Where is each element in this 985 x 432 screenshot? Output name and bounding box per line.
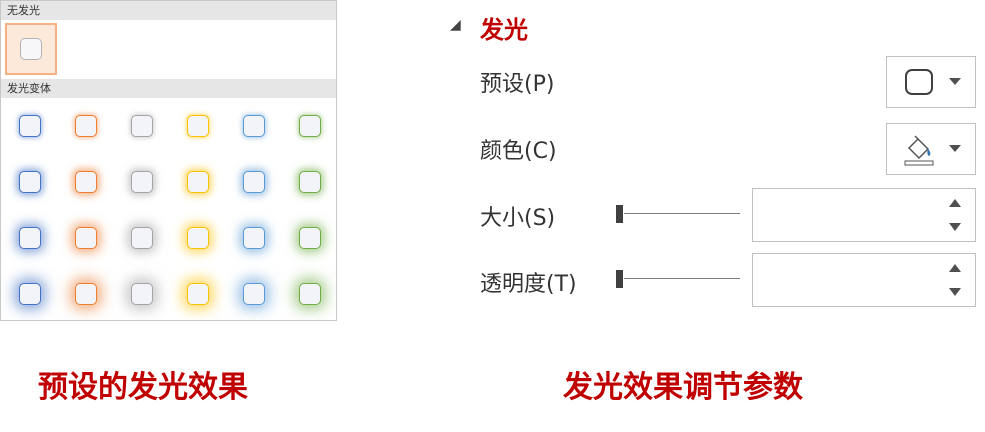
decrement-arrow-icon[interactable] xyxy=(949,223,961,231)
glow-swatch xyxy=(243,115,265,137)
chevron-down-icon xyxy=(949,78,961,85)
glow-swatch xyxy=(19,227,41,249)
glow-variant-option[interactable] xyxy=(69,165,103,199)
glow-variant-option[interactable] xyxy=(13,165,47,199)
glow-variant-option[interactable] xyxy=(293,221,327,255)
glow-variant-option[interactable] xyxy=(181,165,215,199)
glow-swatch xyxy=(75,115,97,137)
glow-swatch xyxy=(243,283,265,305)
size-slider-track[interactable] xyxy=(624,213,740,214)
glow-swatch xyxy=(299,283,321,305)
glow-swatch xyxy=(187,283,209,305)
preset-swatch-icon xyxy=(905,69,933,95)
glow-variant-option[interactable] xyxy=(237,165,271,199)
no-glow-swatch xyxy=(20,38,42,60)
no-glow-header: 无发光 xyxy=(1,1,336,20)
glow-variant-option[interactable] xyxy=(69,109,103,143)
no-glow-option[interactable] xyxy=(5,23,57,75)
glow-variant-option[interactable] xyxy=(13,277,47,311)
right-caption: 发光效果调节参数 xyxy=(563,370,803,405)
glow-variant-option[interactable] xyxy=(293,277,327,311)
glow-swatch xyxy=(187,171,209,193)
glow-swatch xyxy=(299,171,321,193)
increment-arrow-icon[interactable] xyxy=(949,199,961,207)
size-slider[interactable] xyxy=(616,203,742,225)
chevron-down-icon xyxy=(949,145,961,152)
size-slider-thumb[interactable] xyxy=(616,205,623,223)
glow-swatch xyxy=(19,115,41,137)
glow-variant-option[interactable] xyxy=(13,109,47,143)
size-spinbox[interactable] xyxy=(752,188,976,242)
transparency-slider[interactable] xyxy=(616,268,742,290)
glow-swatch xyxy=(243,227,265,249)
glow-swatch xyxy=(131,227,153,249)
collapse-triangle-icon[interactable]: ◢ xyxy=(450,17,461,33)
glow-swatch xyxy=(187,115,209,137)
decrement-arrow-icon[interactable] xyxy=(949,288,961,296)
glow-variant-option[interactable] xyxy=(69,221,103,255)
glow-variant-option[interactable] xyxy=(125,165,159,199)
glow-variant-option[interactable] xyxy=(125,221,159,255)
size-label: 大小(S) xyxy=(480,206,556,231)
glow-swatch xyxy=(299,115,321,137)
glow-variant-option[interactable] xyxy=(237,109,271,143)
preset-dropdown[interactable] xyxy=(886,56,976,108)
glow-swatch xyxy=(187,227,209,249)
glow-swatch xyxy=(75,283,97,305)
glow-variant-option[interactable] xyxy=(125,109,159,143)
increment-arrow-icon[interactable] xyxy=(949,264,961,272)
glow-swatch xyxy=(19,171,41,193)
glow-variant-option[interactable] xyxy=(237,277,271,311)
glow-swatch xyxy=(131,171,153,193)
glow-variant-option[interactable] xyxy=(125,277,159,311)
transparency-slider-thumb[interactable] xyxy=(616,270,623,288)
color-dropdown[interactable] xyxy=(886,123,976,175)
glow-swatch xyxy=(75,227,97,249)
glow-swatch xyxy=(131,283,153,305)
glow-swatch xyxy=(75,171,97,193)
preset-label: 预设(P) xyxy=(480,72,555,97)
glow-variant-option[interactable] xyxy=(293,109,327,143)
paint-bucket-icon xyxy=(904,135,934,166)
glow-variants-header: 发光变体 xyxy=(1,79,336,98)
glow-variant-option[interactable] xyxy=(69,277,103,311)
glow-swatch xyxy=(19,283,41,305)
left-caption: 预设的发光效果 xyxy=(38,370,248,405)
glow-settings-panel: ◢ 发光 预设(P) 颜色(C) 大小(S) 透明度(T) xyxy=(440,0,985,330)
glow-swatch xyxy=(243,171,265,193)
transparency-spinbox[interactable] xyxy=(752,253,976,307)
transparency-label: 透明度(T) xyxy=(480,272,577,297)
glow-swatch xyxy=(299,227,321,249)
glow-preset-gallery: 无发光 发光变体 xyxy=(0,0,337,321)
glow-swatch xyxy=(131,115,153,137)
glow-variant-option[interactable] xyxy=(293,165,327,199)
glow-variant-option[interactable] xyxy=(13,221,47,255)
glow-variant-option[interactable] xyxy=(237,221,271,255)
glow-variant-option[interactable] xyxy=(181,109,215,143)
glow-variant-option[interactable] xyxy=(181,277,215,311)
glow-variant-option[interactable] xyxy=(181,221,215,255)
glow-section-title[interactable]: 发光 xyxy=(480,10,528,45)
transparency-slider-track[interactable] xyxy=(624,278,740,279)
color-label: 颜色(C) xyxy=(480,139,557,164)
